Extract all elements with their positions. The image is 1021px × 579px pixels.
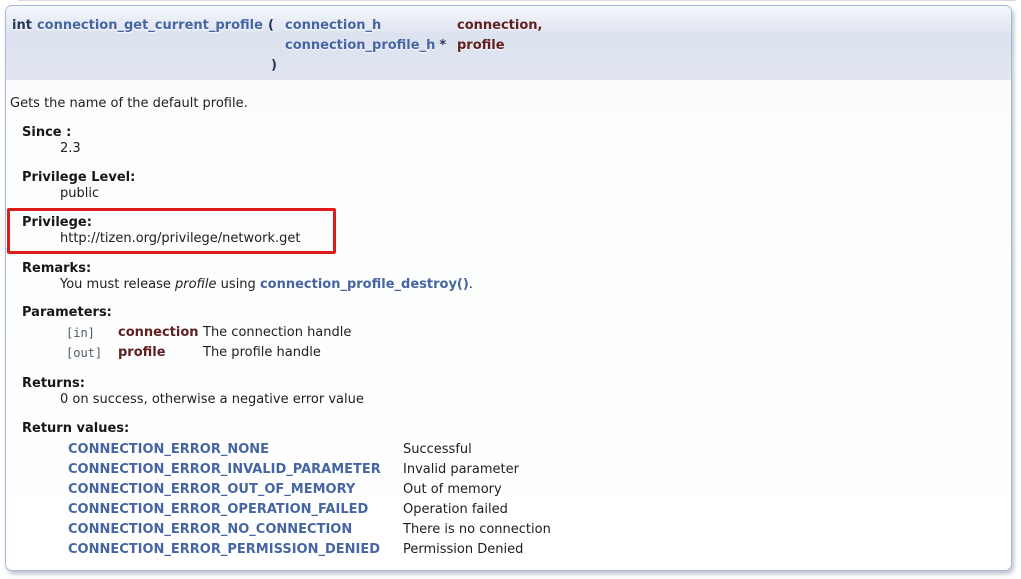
privilege-section: Privilege: http://tizen.org/privilege/ne…	[10, 215, 333, 247]
link-connection-profile-destroy[interactable]: connection_profile_destroy()	[260, 277, 469, 292]
return-value-description: Operation failed	[403, 500, 997, 520]
signature-left-spacer	[12, 36, 285, 56]
privilege-highlight-box: Privilege: http://tizen.org/privilege/ne…	[7, 208, 336, 254]
return-value-link[interactable]: CONNECTION_ERROR_NO_CONNECTION	[68, 520, 403, 540]
privilege-label: Privilege:	[22, 215, 333, 231]
remarks-text: You must release profile using connectio…	[60, 277, 997, 293]
returns-section: Returns: 0 on success, otherwise a negat…	[10, 376, 997, 408]
remarks-label: Remarks:	[22, 261, 997, 277]
param-type-link-connection-profile-h[interactable]: connection_profile_h	[285, 38, 435, 53]
param-name: profile	[118, 343, 203, 363]
return-value-link[interactable]: CONNECTION_ERROR_INVALID_PARAMETER	[68, 460, 403, 480]
function-signature-header: int connection_get_current_profile ( conne…	[6, 6, 1011, 80]
remarks-text-after: .	[469, 277, 473, 292]
pointer-asterisk: *	[439, 38, 446, 53]
close-paren: )	[12, 56, 285, 76]
param-direction: [out]	[66, 343, 118, 363]
function-doc-card: int connection_get_current_profile ( conne…	[5, 5, 1012, 571]
since-value: 2.3	[60, 141, 997, 157]
return-type: int	[12, 18, 32, 33]
return-values-label: Return values:	[22, 421, 997, 437]
return-value-link[interactable]: CONNECTION_ERROR_OPERATION_FAILED	[68, 500, 403, 520]
privilege-level-label: Privilege Level:	[22, 170, 997, 186]
open-paren: (	[268, 18, 274, 33]
since-label: Since :	[22, 125, 997, 141]
return-value-description: Out of memory	[403, 480, 997, 500]
param-direction: [in]	[66, 323, 118, 343]
returns-label: Returns:	[22, 376, 997, 392]
param-name: connection	[118, 323, 203, 343]
param-type-cell: connection_profile_h *	[285, 36, 457, 56]
prior-element-divider	[18, 0, 1016, 1]
function-name: connection_get_current_profile	[37, 18, 263, 33]
return-value-link[interactable]: CONNECTION_ERROR_NONE	[68, 440, 403, 460]
parameters-label: Parameters:	[22, 305, 997, 321]
return-values-table: CONNECTION_ERROR_NONE Successful CONNECT…	[68, 440, 997, 560]
param-name-profile: profile	[457, 36, 1003, 56]
remarks-section: Remarks: You must release profile using …	[10, 261, 997, 293]
remarks-text-middle: using	[217, 277, 260, 292]
param-name-connection: connection,	[457, 16, 1003, 36]
function-signature: int connection_get_current_profile ( conne…	[12, 16, 1003, 76]
param-type-cell: connection_h	[285, 16, 457, 36]
privilege-level-value: public	[60, 186, 997, 202]
remarks-text-before: You must release	[60, 277, 175, 292]
param-description: The profile handle	[203, 343, 997, 363]
return-value-description: Successful	[403, 440, 997, 460]
parameters-section: Parameters: [in] connection The connecti…	[10, 305, 997, 363]
parameters-table: [in] connection The connection handle [o…	[66, 323, 997, 363]
privilege-level-section: Privilege Level: public	[10, 170, 997, 202]
param-description: The connection handle	[203, 323, 997, 343]
return-value-description: Permission Denied	[403, 540, 997, 560]
function-documentation: Gets the name of the default profile. Si…	[6, 80, 1011, 560]
since-section: Since : 2.3	[10, 125, 997, 157]
returns-value: 0 on success, otherwise a negative error…	[60, 392, 997, 408]
param-type-link-connection-h[interactable]: connection_h	[285, 18, 381, 33]
return-value-description: Invalid parameter	[403, 460, 997, 480]
signature-left: int connection_get_current_profile (	[12, 16, 285, 36]
return-value-link[interactable]: CONNECTION_ERROR_OUT_OF_MEMORY	[68, 480, 403, 500]
privilege-value: http://tizen.org/privilege/network.get	[60, 231, 333, 247]
return-value-link[interactable]: CONNECTION_ERROR_PERMISSION_DENIED	[68, 540, 403, 560]
emphasis-profile: profile	[175, 277, 217, 292]
return-values-section: Return values: CONNECTION_ERROR_NONE Suc…	[10, 421, 997, 560]
return-value-description: There is no connection	[403, 520, 997, 540]
function-description: Gets the name of the default profile.	[10, 96, 997, 112]
